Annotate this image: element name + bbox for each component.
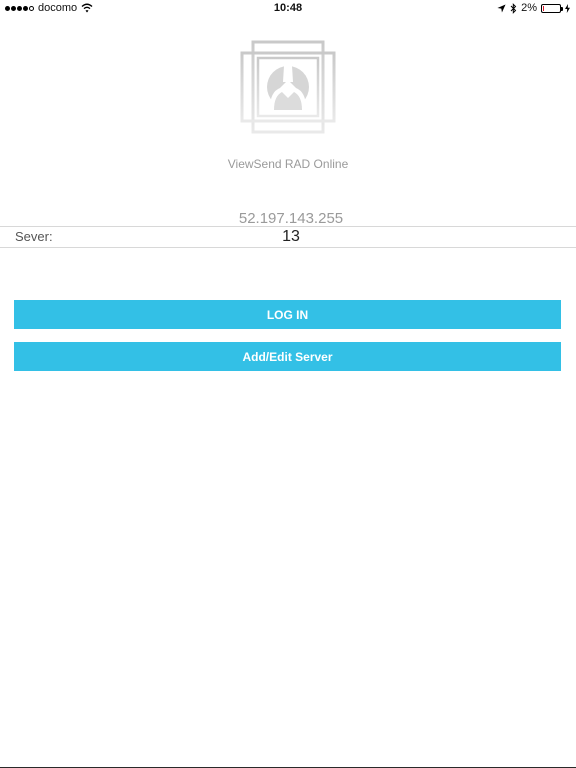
bluetooth-icon <box>510 2 517 14</box>
server-address: 52.197.143.255 <box>238 210 344 227</box>
location-arrow-icon <box>497 3 506 13</box>
status-right: 2% <box>497 2 570 14</box>
status-time: 10:48 <box>273 2 303 14</box>
app-title: ViewSend RAD Online <box>227 157 349 171</box>
status-bar: docomo 10:48 2% <box>0 0 576 18</box>
battery-icon <box>541 3 563 13</box>
battery-percent: 2% <box>521 2 537 14</box>
add-edit-server-button[interactable]: Add/Edit Server <box>14 342 561 371</box>
server-value: 13 <box>282 228 300 245</box>
charging-bolt-icon <box>565 3 570 13</box>
login-button[interactable]: LOG IN <box>14 300 561 329</box>
server-selector[interactable]: Sever: 13 <box>0 226 576 248</box>
battery-level-fill <box>543 5 544 11</box>
viewsend-logo-icon <box>240 40 336 134</box>
